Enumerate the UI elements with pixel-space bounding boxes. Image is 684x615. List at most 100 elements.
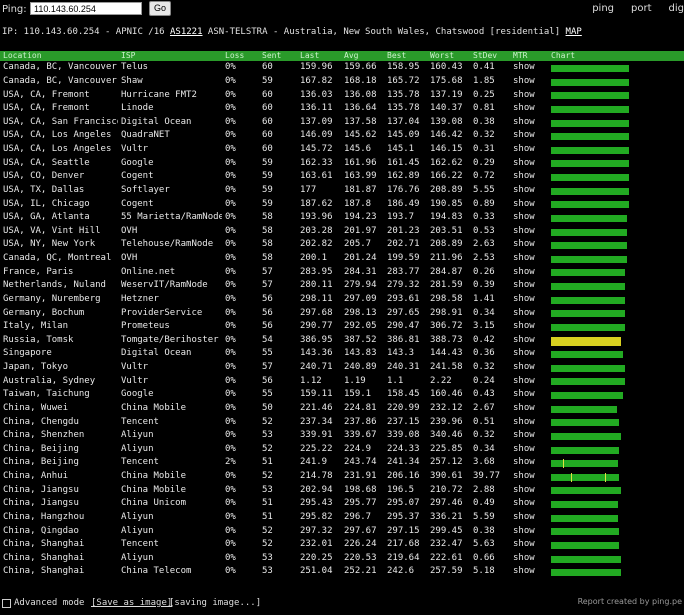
- cell-last: 298.11: [300, 293, 333, 304]
- mtr-show-link[interactable]: show: [510, 565, 548, 579]
- mtr-show-link[interactable]: show: [510, 538, 548, 552]
- mtr-show-link[interactable]: show: [510, 116, 548, 130]
- advanced-mode-label: Advanced mode: [14, 598, 85, 608]
- mtr-show-link[interactable]: show: [510, 197, 548, 211]
- cell-avg: 198.68: [344, 484, 377, 495]
- latency-bar: [551, 351, 623, 359]
- table-row: Russia, Tomsk Tomgate/Berihoster 0% 54 386.9…: [0, 334, 684, 348]
- mtr-show-link[interactable]: show: [510, 443, 548, 457]
- cell-isp: ProviderService: [121, 307, 203, 318]
- mtr-show-link[interactable]: show: [510, 184, 548, 198]
- cell-stdev: 0.32: [473, 362, 495, 373]
- mtr-show-link[interactable]: show: [510, 347, 548, 361]
- ping-link[interactable]: ping: [592, 3, 614, 14]
- mtr-show-link[interactable]: show: [510, 429, 548, 443]
- cell-avg: 161.96: [344, 157, 377, 168]
- map-link[interactable]: MAP: [566, 27, 582, 37]
- mtr-show-link[interactable]: show: [510, 388, 548, 402]
- mtr-show-link[interactable]: show: [510, 129, 548, 143]
- table-row: China, Anhui China Mobile 0% 52 214.78 231.91…: [0, 470, 684, 484]
- cell-worst: 297.46: [430, 498, 463, 509]
- cell-location: USA, CA, Fremont: [3, 89, 90, 100]
- save-as-image-link[interactable]: [Save as image]: [91, 598, 172, 608]
- mtr-show-link[interactable]: show: [510, 415, 548, 429]
- cell-worst: 160.43: [430, 62, 463, 73]
- mtr-show-link[interactable]: show: [510, 279, 548, 293]
- mtr-show-link[interactable]: show: [510, 470, 548, 484]
- cell-stdev: 2.63: [473, 239, 495, 250]
- cell-location: USA, CA, Fremont: [3, 103, 90, 114]
- mtr-show-link[interactable]: show: [510, 402, 548, 416]
- mtr-show-link[interactable]: show: [510, 552, 548, 566]
- cell-last: 159.11: [300, 389, 333, 400]
- mtr-show-link[interactable]: show: [510, 143, 548, 157]
- chart-cell: [548, 75, 684, 89]
- table-row: China, Shanghai Tencent 0% 52 232.01 226.24 21…: [0, 538, 684, 552]
- cell-sent: 56: [262, 321, 273, 332]
- column-header-chart: Chart: [548, 51, 684, 61]
- cell-sent: 53: [262, 552, 273, 563]
- mtr-show-link[interactable]: show: [510, 374, 548, 388]
- mtr-show-link[interactable]: show: [510, 511, 548, 525]
- cell-worst: 239.96: [430, 416, 463, 427]
- cell-location: China, Jiangsu: [3, 498, 79, 509]
- table-row: USA, CO, Denver Cogent 0% 59 163.61 163.99 162…: [0, 170, 684, 184]
- go-button[interactable]: Go: [149, 1, 171, 16]
- port-link[interactable]: port: [631, 3, 652, 14]
- mtr-show-link[interactable]: show: [510, 102, 548, 116]
- mtr-show-link[interactable]: show: [510, 524, 548, 538]
- mtr-show-link[interactable]: show: [510, 88, 548, 102]
- cell-isp: Vultr: [121, 362, 149, 373]
- mtr-show-link[interactable]: show: [510, 456, 548, 470]
- mtr-show-link[interactable]: show: [510, 156, 548, 170]
- cell-stdev: 5.63: [473, 539, 495, 550]
- cell-last: 136.03: [300, 89, 333, 100]
- table-row: China, Chengdu Tencent 0% 52 237.34 237.86 237…: [0, 415, 684, 429]
- mtr-show-link[interactable]: show: [510, 320, 548, 334]
- mtr-show-link[interactable]: show: [510, 238, 548, 252]
- cell-stdev: 0.25: [473, 89, 495, 100]
- mtr-show-link[interactable]: show: [510, 61, 548, 75]
- cell-stdev: 0.53: [473, 225, 495, 236]
- cell-stdev: 0.31: [473, 144, 495, 155]
- advanced-mode-checkbox[interactable]: [2, 599, 11, 608]
- cell-loss: 0%: [225, 75, 236, 86]
- cell-stdev: 3.15: [473, 321, 495, 332]
- cell-loss: 0%: [225, 103, 236, 114]
- cell-sent: 58: [262, 239, 273, 250]
- table-row: USA, IL, Chicago Cogent 0% 59 187.62 187.8 186…: [0, 197, 684, 211]
- column-header-isp: ISP: [118, 51, 222, 61]
- cell-stdev: 0.81: [473, 103, 495, 114]
- cell-last: 145.72: [300, 144, 333, 155]
- mtr-show-link[interactable]: show: [510, 293, 548, 307]
- cell-loss: 0%: [225, 389, 236, 400]
- mtr-show-link[interactable]: show: [510, 252, 548, 266]
- mtr-show-link[interactable]: show: [510, 225, 548, 239]
- cell-best: 339.08: [387, 430, 420, 441]
- mtr-show-link[interactable]: show: [510, 306, 548, 320]
- ip-info-details: ASN-TELSTRA - Australia, New South Wales…: [202, 27, 566, 37]
- mtr-show-link[interactable]: show: [510, 334, 548, 348]
- mtr-show-link[interactable]: show: [510, 497, 548, 511]
- cell-worst: 241.58: [430, 362, 463, 373]
- cell-isp: China Mobile: [121, 471, 187, 482]
- mtr-show-link[interactable]: show: [510, 483, 548, 497]
- cell-stdev: 2.53: [473, 253, 495, 264]
- mtr-show-link[interactable]: show: [510, 211, 548, 225]
- cell-last: 202.94: [300, 484, 333, 495]
- cell-avg: 252.21: [344, 566, 377, 577]
- mtr-show-link[interactable]: show: [510, 265, 548, 279]
- cell-sent: 59: [262, 157, 273, 168]
- ping-input[interactable]: 110.143.60.254: [30, 2, 142, 15]
- chart-cell: [548, 374, 684, 388]
- cell-best: 186.49: [387, 198, 420, 209]
- cell-best: 242.6: [387, 566, 415, 577]
- mtr-show-link[interactable]: show: [510, 361, 548, 375]
- mtr-show-link[interactable]: show: [510, 170, 548, 184]
- cell-sent: 52: [262, 539, 273, 550]
- ping-label: Ping:: [2, 4, 27, 15]
- column-header-last: Last: [297, 51, 341, 61]
- mtr-show-link[interactable]: show: [510, 75, 548, 89]
- dig-link[interactable]: dig: [669, 3, 684, 14]
- asn-link[interactable]: AS1221: [170, 27, 203, 37]
